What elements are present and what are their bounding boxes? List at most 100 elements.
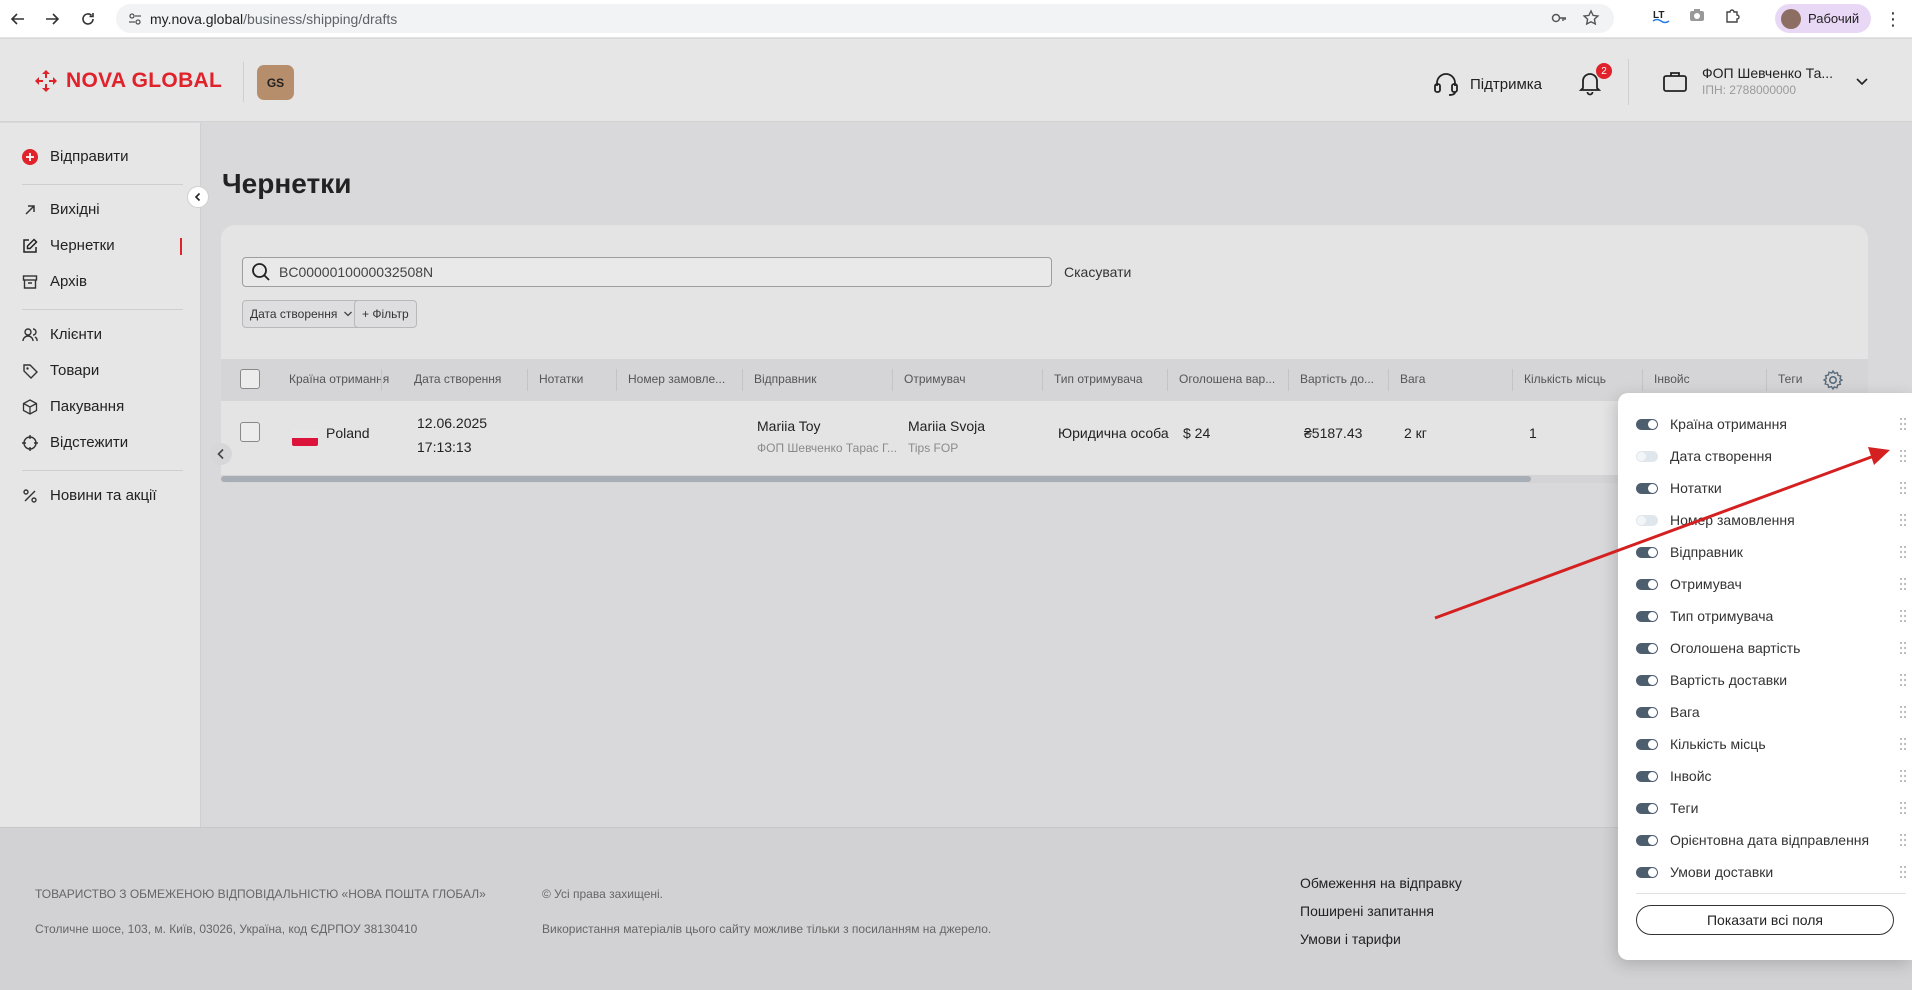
sidebar-item-goods[interactable]: Товари	[22, 362, 99, 379]
drag-handle-icon[interactable]	[1900, 481, 1906, 495]
drag-handle-icon[interactable]	[1900, 705, 1906, 719]
sidebar-collapse-button[interactable]	[187, 186, 209, 208]
nova-global-logo[interactable]: NOVA GLOBAL	[34, 69, 222, 93]
date-filter-dropdown[interactable]: Дата створення	[242, 300, 362, 328]
column-toggle-item[interactable]: Нотатки	[1636, 478, 1906, 498]
column-header-date[interactable]: Дата створення	[414, 372, 501, 386]
column-header-places[interactable]: Кількість місць	[1524, 372, 1606, 386]
reload-icon[interactable]	[74, 5, 102, 33]
toggle-switch[interactable]	[1636, 610, 1658, 622]
cancel-search-button[interactable]: Скасувати	[1064, 264, 1131, 280]
toggle-switch[interactable]	[1636, 514, 1658, 526]
toggle-switch[interactable]	[1636, 546, 1658, 558]
toggle-switch[interactable]	[1636, 738, 1658, 750]
column-header-receiver[interactable]: Отримувач	[904, 372, 966, 386]
drag-handle-icon[interactable]	[1900, 801, 1906, 815]
column-header-tags[interactable]: Теги	[1778, 372, 1802, 386]
search-input[interactable]: BC0000010000032508N	[242, 257, 1052, 287]
drag-handle-icon[interactable]	[1900, 865, 1906, 879]
browser-menu-icon[interactable]: ⋮	[1884, 9, 1902, 30]
column-toggle-item[interactable]: Отримувач	[1636, 574, 1906, 594]
site-settings-icon[interactable]	[128, 12, 142, 26]
drag-handle-icon[interactable]	[1900, 673, 1906, 687]
column-header-declared-value[interactable]: Оголошена вар...	[1179, 372, 1275, 386]
drag-handle-icon[interactable]	[1900, 641, 1906, 655]
drag-handle-icon[interactable]	[1900, 769, 1906, 783]
scrollbar-thumb[interactable]	[221, 476, 1531, 482]
sidebar-item-packaging[interactable]: Пакування	[22, 398, 124, 415]
column-toggle-item[interactable]: Країна отримання	[1636, 414, 1906, 434]
column-toggle-item[interactable]: Умови доставки	[1636, 862, 1906, 882]
extensions-puzzle-icon[interactable]	[1724, 6, 1742, 24]
gear-icon[interactable]	[1822, 369, 1844, 391]
column-toggle-item[interactable]: Тип отримувача	[1636, 606, 1906, 626]
column-toggle-item[interactable]: Оголошена вартість	[1636, 638, 1906, 658]
column-header-invoice[interactable]: Інвойс	[1654, 372, 1690, 386]
package-icon	[22, 398, 38, 415]
add-filter-button[interactable]: + Фільтр	[354, 300, 417, 328]
sidebar-item-send[interactable]: Відправити	[22, 148, 129, 165]
column-toggle-item[interactable]: Номер замовлення	[1636, 510, 1906, 530]
sidebar-item-track[interactable]: Відстежити	[22, 434, 128, 451]
camera-icon[interactable]	[1688, 6, 1706, 24]
column-header-country[interactable]: Країна отримання	[289, 372, 389, 386]
extension-lt-icon[interactable]: LT	[1652, 6, 1670, 24]
toggle-switch[interactable]	[1636, 802, 1658, 814]
toggle-switch[interactable]	[1636, 450, 1658, 462]
drag-handle-icon[interactable]	[1900, 449, 1906, 463]
drag-handle-icon[interactable]	[1900, 833, 1906, 847]
footer-link-restrictions[interactable]: Обмеження на відправку	[1300, 875, 1462, 891]
footer-link-faq[interactable]: Поширені запитання	[1300, 903, 1434, 919]
column-header-sender[interactable]: Відправник	[754, 372, 816, 386]
sidebar-item-clients[interactable]: Клієнти	[22, 326, 102, 343]
drag-handle-icon[interactable]	[1900, 513, 1906, 527]
sidebar-item-drafts[interactable]: Чернетки	[22, 237, 115, 254]
bookmark-star-icon[interactable]	[1582, 9, 1600, 27]
back-icon[interactable]	[4, 5, 32, 33]
show-all-fields-button[interactable]: Показати всі поля	[1636, 905, 1894, 935]
drag-handle-icon[interactable]	[1900, 737, 1906, 751]
row-checkbox[interactable]	[240, 422, 260, 442]
toggle-switch[interactable]	[1636, 834, 1658, 846]
column-header-notes[interactable]: Нотатки	[539, 372, 583, 386]
profile-chip[interactable]: Рабочий	[1775, 4, 1872, 33]
toggle-switch[interactable]	[1636, 642, 1658, 654]
account-inn: ІПН: 2788000000	[1702, 83, 1797, 97]
support-link[interactable]: Підтримка	[1432, 71, 1542, 97]
toggle-switch[interactable]	[1636, 866, 1658, 878]
column-header-receiver-type[interactable]: Тип отримувача	[1054, 372, 1143, 386]
drag-handle-icon[interactable]	[1900, 577, 1906, 591]
column-toggle-item[interactable]: Теги	[1636, 798, 1906, 818]
toggle-switch[interactable]	[1636, 578, 1658, 590]
toggle-switch[interactable]	[1636, 482, 1658, 494]
footer-link-terms[interactable]: Умови і тарифи	[1300, 931, 1401, 947]
sidebar-item-archive[interactable]: Архів	[22, 273, 87, 290]
column-toggle-item[interactable]: Вартість доставки	[1636, 670, 1906, 690]
column-header-delivery-cost[interactable]: Вартість до...	[1300, 372, 1374, 386]
column-toggle-item[interactable]: Відправник	[1636, 542, 1906, 562]
sidebar-item-outgoing[interactable]: Вихідні	[22, 201, 100, 218]
toggle-switch[interactable]	[1636, 674, 1658, 686]
address-bar[interactable]: my.nova.global/business/shipping/drafts	[116, 4, 1614, 33]
column-header-order-number[interactable]: Номер замовле...	[628, 372, 725, 386]
scroll-left-button[interactable]	[210, 443, 232, 465]
company-badge[interactable]: GS	[257, 65, 294, 100]
toggle-switch[interactable]	[1636, 770, 1658, 782]
sidebar-item-news[interactable]: Новини та акції	[22, 487, 157, 504]
forward-icon[interactable]	[38, 5, 66, 33]
drag-handle-icon[interactable]	[1900, 545, 1906, 559]
column-toggle-item[interactable]: Інвойс	[1636, 766, 1906, 786]
toggle-switch[interactable]	[1636, 706, 1658, 718]
column-toggle-item[interactable]: Вага	[1636, 702, 1906, 722]
drag-handle-icon[interactable]	[1900, 609, 1906, 623]
column-toggle-item[interactable]: Орієнтовна дата відправлення	[1636, 830, 1906, 850]
row-date: 12.06.2025	[417, 415, 488, 431]
select-all-checkbox[interactable]	[240, 369, 260, 389]
account-switcher[interactable]: ФОП Шевченко Та... ІПН: 2788000000	[1662, 65, 1869, 97]
drag-handle-icon[interactable]	[1900, 417, 1906, 431]
toggle-switch[interactable]	[1636, 418, 1658, 430]
column-toggle-item[interactable]: Дата створення	[1636, 446, 1906, 466]
column-header-weight[interactable]: Вага	[1400, 372, 1425, 386]
password-key-icon[interactable]	[1550, 9, 1568, 27]
column-toggle-item[interactable]: Кількість місць	[1636, 734, 1906, 754]
